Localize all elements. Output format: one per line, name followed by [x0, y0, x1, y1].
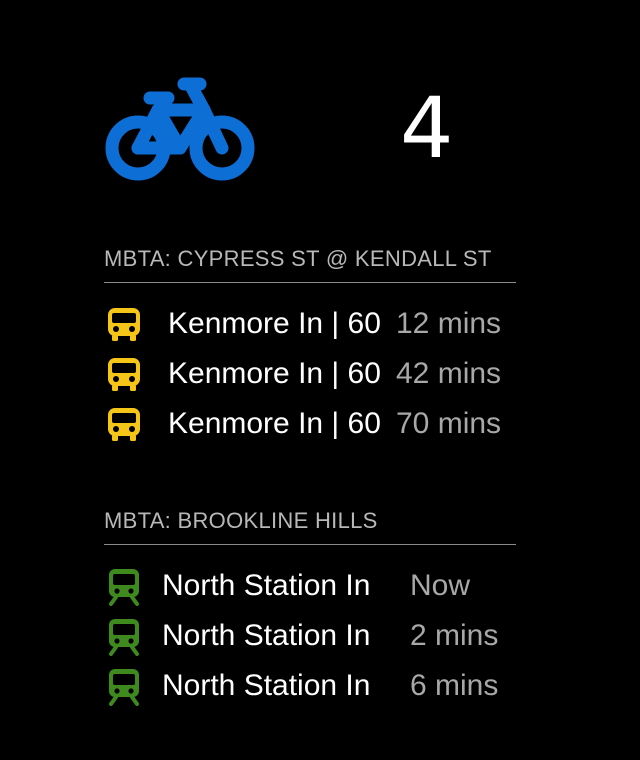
arrival-time: 12 mins: [396, 307, 502, 340]
bike-share-header: 4: [104, 76, 516, 186]
arrival-time: 2 mins: [410, 619, 499, 652]
bus-icon: [104, 304, 144, 344]
prediction-list: North Station In Now North Station In 2 …: [104, 561, 516, 711]
route-name: Kenmore In | 60: [168, 307, 381, 340]
arrival-time: 70 mins: [396, 407, 502, 440]
route-name: North Station In: [162, 619, 371, 652]
train-icon: [104, 666, 144, 706]
prediction-row: North Station In 6 mins: [104, 661, 516, 711]
stop-section-brookline-hills: MBTA: BROOKLINE HILLS North Station In N…: [104, 508, 516, 711]
bicycle-icon: [104, 76, 256, 184]
route-name: Kenmore In | 60: [168, 407, 381, 440]
prediction-row: North Station In Now: [104, 561, 516, 611]
transit-dashboard: 4 MBTA: CYPRESS ST @ KENDALL ST Kenmore …: [0, 0, 640, 760]
route-name: North Station In: [162, 669, 371, 702]
stop-title: MBTA: CYPRESS ST @ KENDALL ST: [104, 246, 516, 283]
prediction-row: North Station In 2 mins: [104, 611, 516, 661]
prediction-row: Kenmore In | 60 70 mins: [104, 399, 516, 449]
bus-icon: [104, 354, 144, 394]
arrival-time: 42 mins: [396, 357, 502, 390]
train-icon: [104, 566, 144, 606]
arrival-time: Now: [410, 569, 471, 602]
arrival-time: 6 mins: [410, 669, 499, 702]
prediction-list: Kenmore In | 60 12 mins Kenmore In | 60 …: [104, 299, 516, 449]
bike-count: 4: [400, 79, 454, 177]
route-name: North Station In: [162, 569, 371, 602]
prediction-row: Kenmore In | 60 12 mins: [104, 299, 516, 349]
stop-title: MBTA: BROOKLINE HILLS: [104, 508, 516, 545]
bus-icon: [104, 404, 144, 444]
train-icon: [104, 616, 144, 656]
route-name: Kenmore In | 60: [168, 357, 381, 390]
prediction-row: Kenmore In | 60 42 mins: [104, 349, 516, 399]
stop-section-cypress-st: MBTA: CYPRESS ST @ KENDALL ST Kenmore In…: [104, 246, 516, 449]
